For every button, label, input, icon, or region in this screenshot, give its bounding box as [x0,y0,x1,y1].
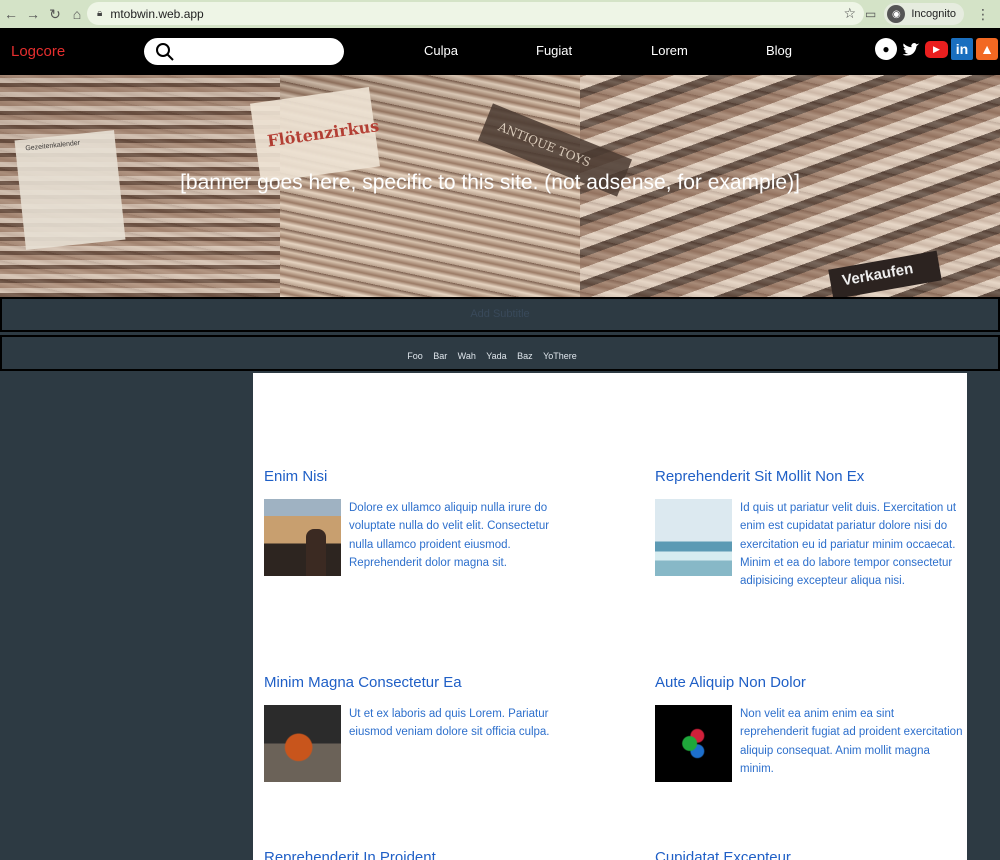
card-title[interactable]: Cupidatat Excepteur [655,849,965,860]
banner-book: Flötenzirkus [250,87,380,183]
article-card: Reprehenderit Sit Mollit Non Ex Id quis … [655,468,965,590]
subnav-link-wah[interactable]: Wah [458,351,476,361]
card-thumbnail[interactable] [264,705,341,782]
incognito-label: Incognito [911,8,956,20]
search-icon [156,43,174,61]
back-icon[interactable]: ← [0,3,22,25]
content-area: Enim Nisi Dolore ex ullamco aliquip null… [253,373,967,860]
cast-icon[interactable]: ▭ [865,7,876,21]
address-bar[interactable]: 🔒︎ mtobwin.web.app ☆ [87,2,864,25]
forward-icon[interactable]: → [22,3,44,25]
article-card: Reprehenderit In Proident [264,849,574,860]
lock-icon: 🔒︎ [97,8,103,19]
card-thumbnail[interactable] [655,705,732,782]
card-title[interactable]: Enim Nisi [264,468,574,485]
url-text: mtobwin.web.app [110,6,204,21]
article-card: Aute Aliquip Non Dolor Non velit ea anim… [655,674,965,782]
github-icon[interactable]: ● [875,38,897,60]
hero-banner: Gezeitenkalender Flötenzirkus ANTIQUE TO… [0,75,1000,297]
subnav-link-bar[interactable]: Bar [433,351,447,361]
secondary-nav: Foo Bar Wah Yada Baz YoThere [0,335,1000,371]
browser-toolbar: ← → ↻ ⌂ 🔒︎ mtobwin.web.app ☆ ▭ ◉ Incogni… [0,0,1000,28]
reload-icon[interactable]: ↻ [44,3,66,25]
site-header: Logcore Culpa Fugiat Lorem Blog ● ▶ in ▲ [0,28,1000,75]
card-text: Non velit ea anim enim ea sint reprehend… [740,708,963,775]
card-title[interactable]: Aute Aliquip Non Dolor [655,674,965,691]
subnav-link-yada[interactable]: Yada [486,351,506,361]
site-logo[interactable]: Logcore [11,43,65,60]
twitter-icon[interactable] [900,38,922,60]
subnav-link-baz[interactable]: Baz [517,351,533,361]
card-title[interactable]: Reprehenderit Sit Mollit Non Ex [655,468,965,485]
card-title[interactable]: Reprehenderit In Proident [264,849,574,860]
card-text: Ut et ex laboris ad quis Lorem. Pariatur… [349,708,550,739]
card-title[interactable]: Minim Magna Consectetur Ea [264,674,574,691]
subtitle-bar: Add Subtitle [0,297,1000,332]
nav-item-culpa[interactable]: Culpa [424,43,458,58]
nav-item-blog[interactable]: Blog [766,43,792,58]
browser-menu-icon[interactable]: ⋮ [972,6,994,23]
subnav-link-foo[interactable]: Foo [407,351,423,361]
card-thumbnail[interactable] [264,499,341,576]
nav-item-lorem[interactable]: Lorem [651,43,688,58]
incognito-icon: ◉ [887,5,906,23]
search-input[interactable] [144,38,344,65]
home-icon[interactable]: ⌂ [66,3,88,25]
article-card: Cupidatat Excepteur [655,849,965,860]
incognito-badge[interactable]: ◉ Incognito [884,3,964,25]
article-card: Minim Magna Consectetur Ea Ut et ex labo… [264,674,574,782]
nav-item-fugiat[interactable]: Fugiat [536,43,572,58]
social-links: ● ▶ in ▲ [875,38,998,60]
youtube-icon[interactable]: ▶ [925,40,948,58]
card-text: Id quis ut pariatur velit duis. Exercita… [740,502,957,588]
bookmark-star-icon[interactable]: ☆ [843,5,856,22]
subtitle-text: Add Subtitle [470,308,530,320]
fire-icon[interactable]: ▲ [976,38,998,60]
subnav-link-yothere[interactable]: YoThere [543,351,577,361]
card-thumbnail[interactable] [655,499,732,576]
linkedin-icon[interactable]: in [951,38,973,60]
banner-text: [banner goes here, specific to this site… [180,171,800,194]
card-text: Dolore ex ullamco aliquip nulla irure do… [349,502,550,569]
article-card: Enim Nisi Dolore ex ullamco aliquip null… [264,468,574,576]
